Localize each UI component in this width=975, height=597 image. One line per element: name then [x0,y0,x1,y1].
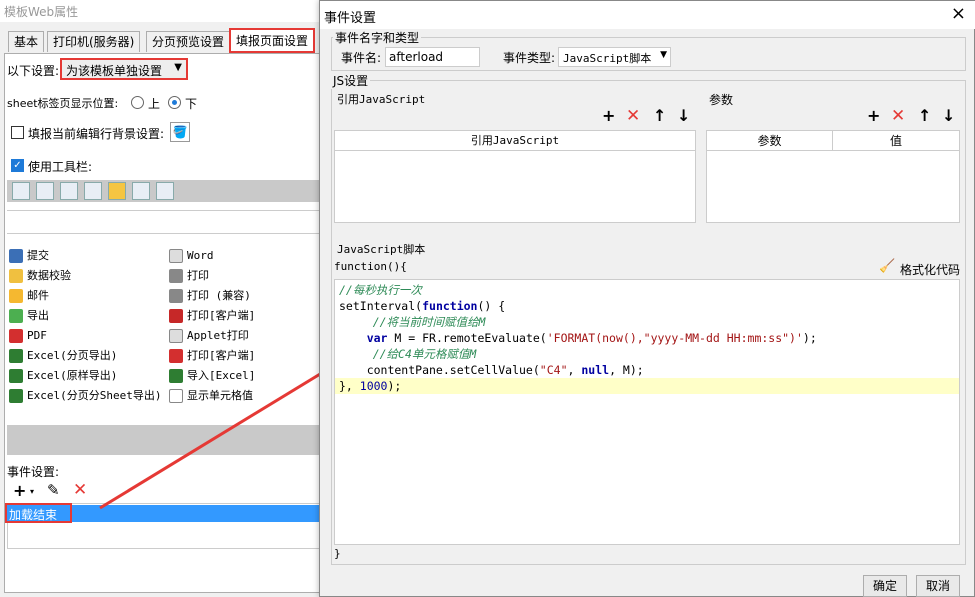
delete-icon[interactable]: ✕ [626,106,640,126]
js-group-label: JS设置 [331,72,371,89]
code-line: setInterval(function() { [339,299,506,313]
code-editor[interactable]: //每秒执行一次 setInterval(function() { //将当前时… [334,279,960,545]
cancel-button[interactable]: 取消 [916,575,960,597]
add-icon[interactable]: + [602,108,615,124]
add-icon[interactable]: + [867,108,880,124]
params-table: 参数 值 [706,130,960,223]
params-column-header: 参数 [707,131,833,151]
code-line: //将当前时间赋值给M [345,315,486,329]
arrow-down-icon[interactable]: ↓ [942,106,955,125]
code-line: var M = FR.remoteEvaluate('FORMAT(now(),… [366,331,817,345]
arrow-up-icon[interactable]: ↑ [653,106,666,125]
code-line: contentPane.setCellValue("C4", null, M); [339,363,644,377]
broom-icon[interactable]: 🧹 [879,259,895,274]
event-name-label: 事件名: [341,51,382,65]
name-type-group-label: 事件名字和类型 [333,29,422,46]
function-open: function(){ [334,260,407,273]
ref-js-column-header: 引用JavaScript [335,131,695,151]
event-type-value: JavaScript脚本 [563,52,652,65]
ref-js-label: 引用JavaScript [337,93,426,106]
event-name-input[interactable]: afterload [385,47,480,67]
event-type-select[interactable]: JavaScript脚本 ▼ [558,47,671,67]
delete-icon[interactable]: ✕ [891,106,905,126]
ok-button[interactable]: 确定 [863,575,907,597]
code-line-active: }, 1000); [335,378,959,394]
code-line: //每秒执行一次 [339,283,422,297]
event-settings-dialog: 事件设置 × 事件名字和类型 事件名: afterload 事件类型: Java… [319,0,975,597]
arrow-up-icon[interactable]: ↑ [918,106,931,125]
close-icon[interactable]: × [951,3,966,24]
arrow-down-icon[interactable]: ↓ [677,106,690,125]
ref-js-table: 引用JavaScript [334,130,696,223]
chevron-down-icon: ▼ [660,50,667,60]
value-column-header: 值 [833,131,959,151]
dialog-title: 事件设置 [324,11,377,26]
event-type-label: 事件类型: [503,51,556,65]
params-label: 参数 [709,93,734,107]
script-label: JavaScript脚本 [337,241,426,257]
dialog-titlebar: 事件设置 × [320,1,975,29]
code-line: //给C4单元格赋值M [345,347,477,361]
format-code-button[interactable]: 格式化代码 [900,261,960,278]
function-close: } [334,547,341,560]
